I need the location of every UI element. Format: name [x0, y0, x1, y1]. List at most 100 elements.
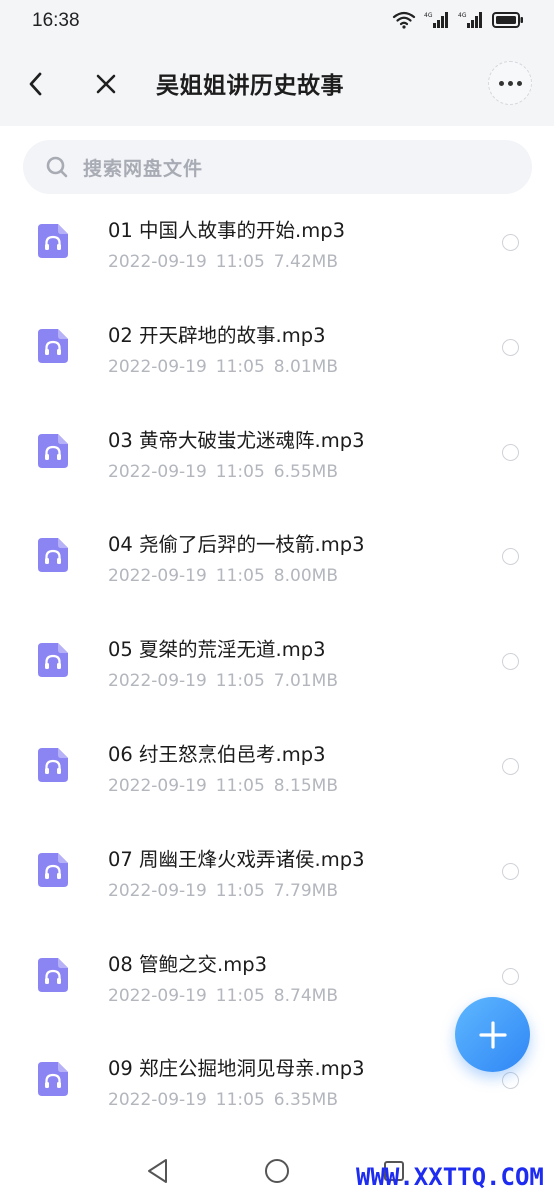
file-name: 09 郑庄公掘地洞见母亲.mp3: [108, 1057, 365, 1081]
status-bar: 16:38 4G 4G: [0, 0, 554, 42]
nav-back-button[interactable]: [146, 1158, 170, 1188]
file-time: 11:05: [215, 356, 265, 377]
search-area: 搜索网盘文件: [0, 126, 554, 206]
select-radio[interactable]: [502, 967, 519, 985]
file-name: 08 管鲍之交.mp3: [108, 952, 267, 976]
file-name: 02 开天辟地的故事.mp3: [108, 323, 326, 347]
file-row[interactable]: 06 纣王怒烹伯邑考.mp3 2022-09-19 11:05 8.15MB: [0, 722, 554, 827]
file-meta: 2022-09-19 11:05 7.79MB: [108, 881, 347, 901]
file-name: 01 中国人故事的开始.mp3: [108, 219, 345, 242]
audio-file-icon: [38, 1062, 68, 1097]
file-row[interactable]: 03 黄帝大破蚩尤迷魂阵.mp3 2022-09-19 11:05 6.55MB: [0, 408, 554, 513]
file-meta: 2022-09-19 11:05 6.35MB: [108, 1090, 347, 1110]
audio-file-icon: [38, 643, 68, 678]
file-size: 8.74MB: [273, 985, 338, 1006]
select-radio[interactable]: [502, 443, 519, 461]
select-radio[interactable]: [502, 548, 519, 566]
file-row[interactable]: 07 周幽王烽火戏弄诸侯.mp3 2022-09-19 11:05 7.79MB: [0, 827, 554, 932]
file-name: 05 夏桀的荒淫无道.mp3: [108, 638, 326, 662]
nav-back-icon: [148, 1159, 167, 1183]
page-title: 吴姐姐讲历史故事: [156, 73, 344, 99]
signal-network-label: 4G: [458, 12, 467, 19]
nav-home-button[interactable]: [264, 1158, 290, 1188]
close-button[interactable]: [88, 64, 124, 104]
file-size: 6.35MB: [273, 1090, 338, 1111]
file-time: 11:05: [215, 461, 265, 482]
file-time: 11:05: [215, 880, 265, 901]
file-size: 7.79MB: [273, 880, 338, 901]
file-meta: 2022-09-19 11:05 7.42MB: [108, 252, 347, 272]
file-size: 8.01MB: [273, 356, 338, 377]
search-icon: [46, 156, 68, 178]
file-name: 04 尧偷了后羿的一枝箭.mp3: [108, 533, 365, 557]
file-date: 2022-09-19: [108, 252, 207, 272]
audio-file-icon: [38, 852, 68, 887]
chevron-left-icon: [29, 72, 42, 96]
file-size: 6.55MB: [273, 461, 338, 482]
signal-network-label: 4G: [424, 12, 433, 19]
audio-file-icon: [38, 957, 68, 992]
file-list: 01 中国人故事的开始.mp3 2022-09-19 11:05 7.42MB 02 开…: [0, 198, 554, 1141]
file-date: 2022-09-19: [108, 461, 207, 482]
file-time: 11:05: [215, 985, 265, 1006]
battery-icon: [492, 12, 523, 28]
audio-file-icon: [38, 433, 68, 468]
file-time: 11:05: [215, 566, 265, 587]
file-name: 07 周幽王烽火戏弄诸侯.mp3: [108, 847, 365, 871]
file-time: 11:05: [215, 671, 265, 692]
file-row[interactable]: 02 开天辟地的故事.mp3 2022-09-19 11:05 8.01MB: [0, 303, 554, 408]
file-time: 11:05: [215, 775, 265, 796]
status-time: 16:38: [32, 10, 80, 31]
back-button[interactable]: [18, 64, 54, 104]
select-radio[interactable]: [502, 653, 519, 671]
watermark: WWW.XXTTQ.COM: [356, 1163, 544, 1191]
audio-file-icon: [38, 224, 68, 258]
screen: 16:38 4G 4G 吴姐姐讲历史故事 搜索网盘文件 01 中国人故事的开始.…: [0, 0, 554, 1200]
signal-4g-icon: 4G: [458, 12, 482, 28]
file-meta: 2022-09-19 11:05 8.15MB: [108, 776, 347, 796]
file-name: 06 纣王怒烹伯邑考.mp3: [108, 742, 326, 766]
file-size: 7.01MB: [273, 671, 338, 692]
close-icon: [96, 74, 116, 94]
file-time: 11:05: [215, 1090, 265, 1111]
select-radio[interactable]: [502, 862, 519, 880]
add-button[interactable]: [455, 997, 530, 1072]
file-date: 2022-09-19: [108, 671, 207, 692]
audio-file-icon: [38, 538, 68, 573]
plus-icon: [478, 1020, 507, 1049]
file-size: 8.15MB: [273, 775, 338, 796]
file-date: 2022-09-19: [108, 880, 207, 901]
file-size: 8.00MB: [273, 566, 338, 587]
file-meta: 2022-09-19 11:05 6.55MB: [108, 462, 347, 482]
wifi-icon: [392, 11, 416, 29]
select-radio[interactable]: [502, 757, 519, 775]
file-meta: 2022-09-19 11:05 7.01MB: [108, 671, 347, 691]
file-size: 7.42MB: [273, 252, 338, 272]
search-placeholder: 搜索网盘文件: [83, 157, 204, 180]
signal-4g-icon: 4G: [424, 12, 448, 28]
file-date: 2022-09-19: [108, 985, 207, 1006]
select-radio[interactable]: [502, 1072, 519, 1090]
file-meta: 2022-09-19 11:05 8.00MB: [108, 566, 347, 586]
file-date: 2022-09-19: [108, 1090, 207, 1111]
file-row[interactable]: 04 尧偷了后羿的一枝箭.mp3 2022-09-19 11:05 8.00MB: [0, 512, 554, 617]
file-meta: 2022-09-19 11:05 8.74MB: [108, 986, 347, 1006]
search-input[interactable]: 搜索网盘文件: [23, 140, 532, 194]
file-row[interactable]: 05 夏桀的荒淫无道.mp3 2022-09-19 11:05 7.01MB: [0, 617, 554, 722]
file-row[interactable]: 01 中国人故事的开始.mp3 2022-09-19 11:05 7.42MB: [0, 198, 554, 303]
file-date: 2022-09-19: [108, 775, 207, 796]
file-name: 03 黄帝大破蚩尤迷魂阵.mp3: [108, 428, 365, 452]
audio-file-icon: [38, 747, 68, 782]
more-button[interactable]: [488, 61, 532, 105]
status-icons: 4G 4G: [392, 11, 524, 29]
file-meta: 2022-09-19 11:05 8.01MB: [108, 357, 347, 377]
more-icon: [498, 80, 522, 86]
nav-home-icon: [265, 1159, 289, 1183]
file-date: 2022-09-19: [108, 566, 207, 587]
select-radio[interactable]: [502, 338, 519, 356]
file-time: 11:05: [215, 252, 265, 272]
audio-file-icon: [38, 328, 68, 363]
top-app-bar: 吴姐姐讲历史故事: [0, 42, 554, 126]
file-date: 2022-09-19: [108, 356, 207, 377]
select-radio[interactable]: [502, 234, 519, 251]
